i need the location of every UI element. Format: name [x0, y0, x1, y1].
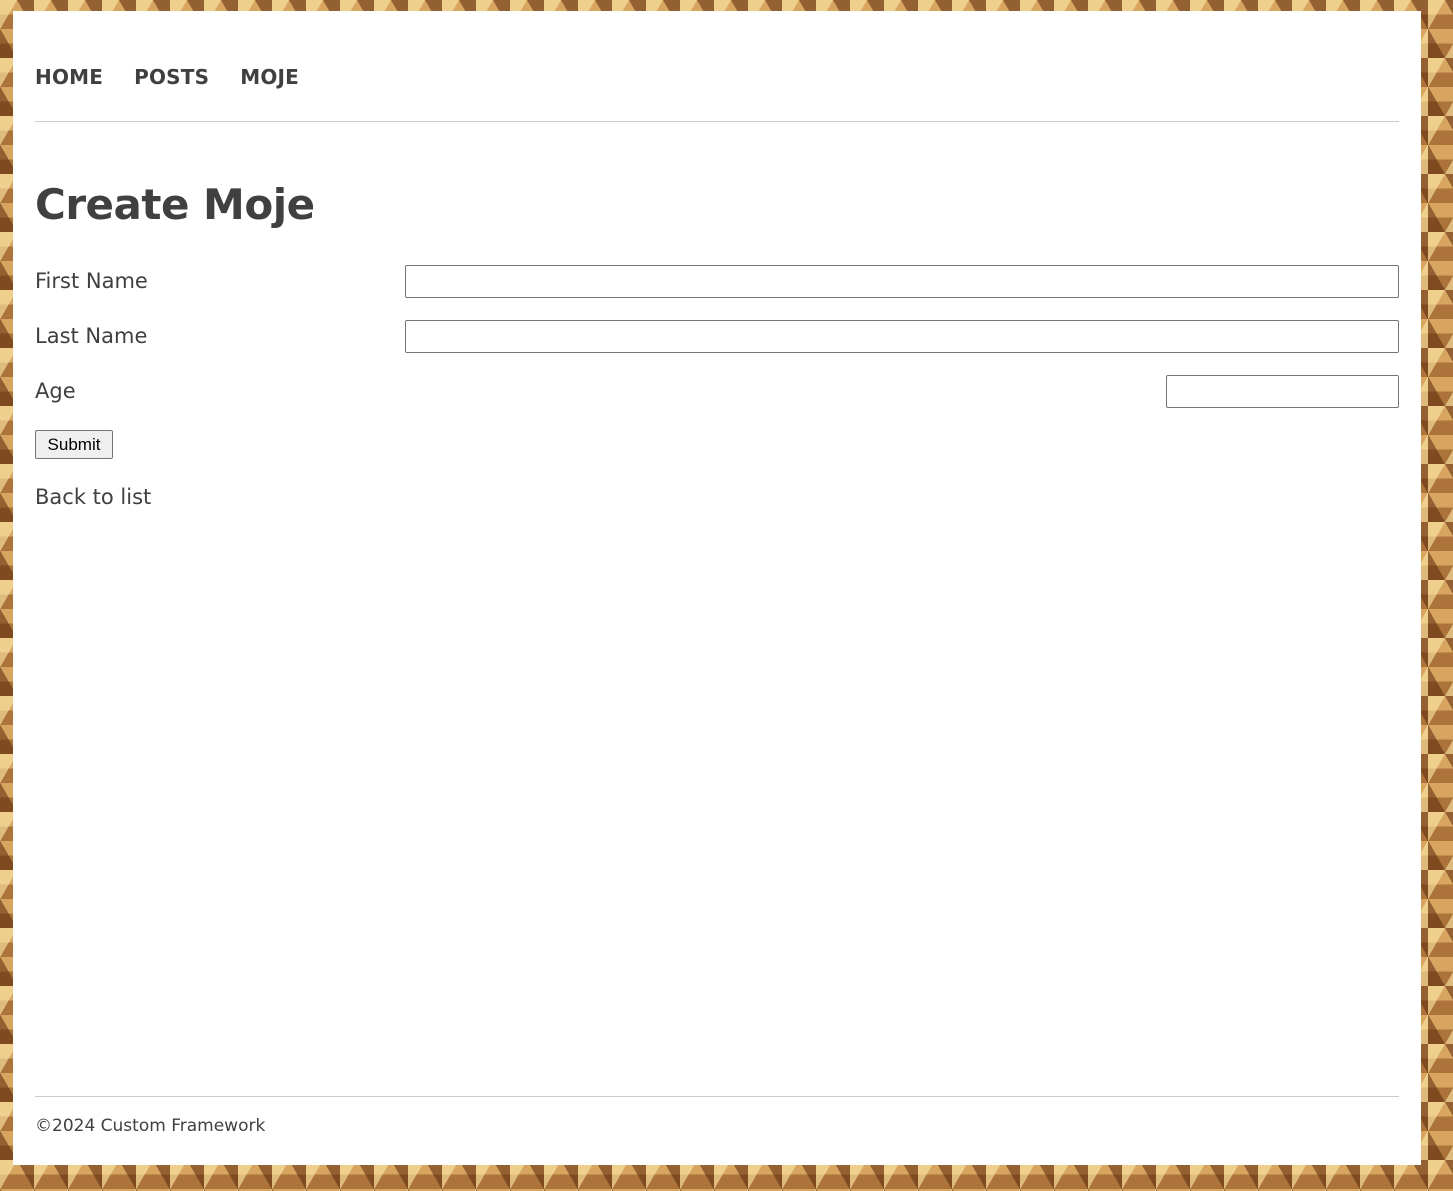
- back-to-list-link[interactable]: Back to list: [35, 482, 151, 512]
- age-label: Age: [35, 379, 76, 403]
- page-container: HOME POSTS MOJE Create Moje First Name L…: [13, 11, 1421, 1165]
- nav-item-posts[interactable]: POSTS: [134, 64, 209, 90]
- submit-button[interactable]: Submit: [35, 430, 113, 459]
- header-divider: [35, 121, 1399, 122]
- first-name-label: First Name: [35, 269, 148, 293]
- last-name-input[interactable]: [405, 320, 1399, 353]
- footer-divider: [35, 1096, 1399, 1097]
- first-name-input[interactable]: [405, 265, 1399, 298]
- main-nav: HOME POSTS MOJE: [35, 64, 330, 90]
- page-title: Create Moje: [35, 180, 315, 229]
- last-name-label: Last Name: [35, 324, 148, 348]
- nav-item-moje[interactable]: MOJE: [240, 64, 299, 90]
- footer-copyright: ©2024 Custom Framework: [35, 1116, 266, 1136]
- age-input[interactable]: [1166, 375, 1399, 408]
- nav-item-home[interactable]: HOME: [35, 64, 103, 90]
